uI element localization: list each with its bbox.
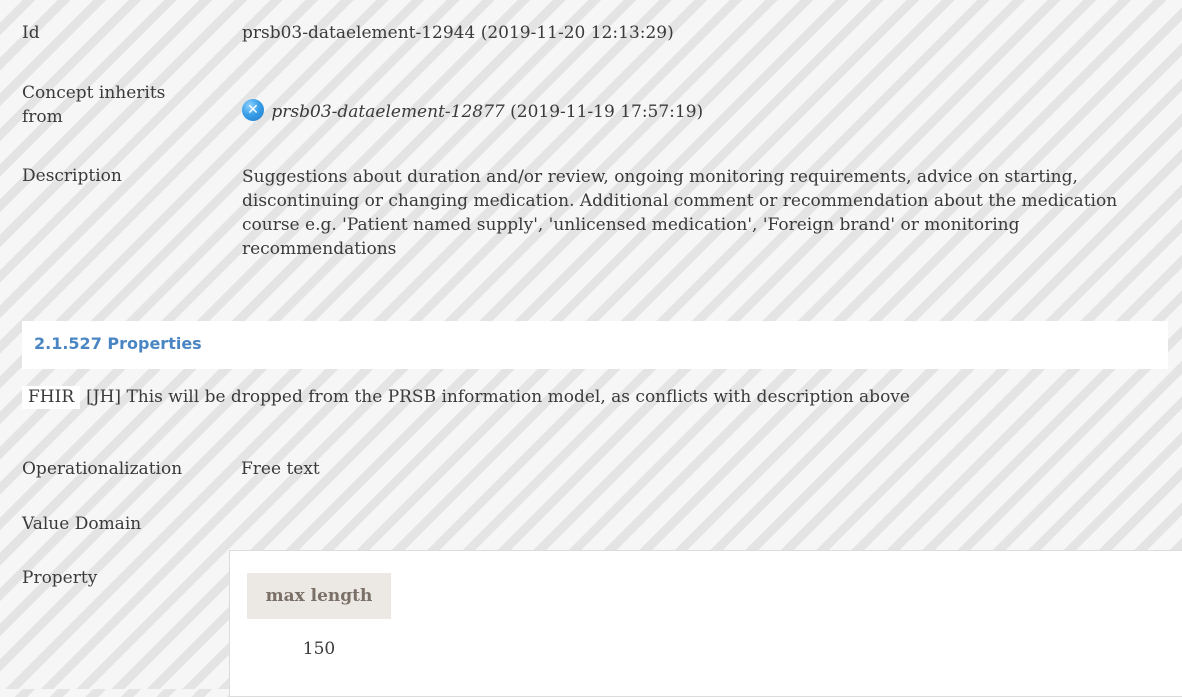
properties-section-title[interactable]: 2.1.527 Properties	[34, 334, 202, 353]
operationalization-label: Operationalization	[22, 459, 183, 479]
inherited-concept-link[interactable]: prsb03-dataelement-12877	[271, 102, 504, 122]
concept-inherits-label: Concept inherits from	[22, 83, 166, 127]
property-table: max length 150	[229, 550, 1182, 697]
properties-section-header[interactable]: 2.1.527 Properties	[22, 321, 1168, 369]
fhir-comment-row: FHIR [JH] This will be dropped from the P…	[22, 386, 910, 409]
operationalization-value: Free text	[241, 459, 320, 479]
concept-inherits-value: ✕ prsb03-dataelement-12877 (2019-11-19 1…	[242, 99, 1162, 127]
fhir-badge: FHIR	[22, 386, 81, 409]
id-label: Id	[22, 23, 40, 43]
inherited-concept-date: (2019-11-19 17:57:19)	[504, 102, 704, 122]
id-value: prsb03-dataelement-12944 (2019-11-20 12:…	[242, 23, 674, 43]
inherit-icon[interactable]: ✕	[242, 99, 264, 121]
description-label: Description	[22, 166, 122, 186]
property-label: Property	[22, 568, 98, 588]
description-value: Suggestions about duration and/or review…	[242, 167, 1118, 259]
value-domain-label: Value Domain	[22, 514, 142, 534]
fhir-comment-text: [JH] This will be dropped from the PRSB …	[86, 387, 910, 407]
max-length-header: max length	[247, 573, 391, 619]
max-length-value: 150	[302, 639, 336, 659]
